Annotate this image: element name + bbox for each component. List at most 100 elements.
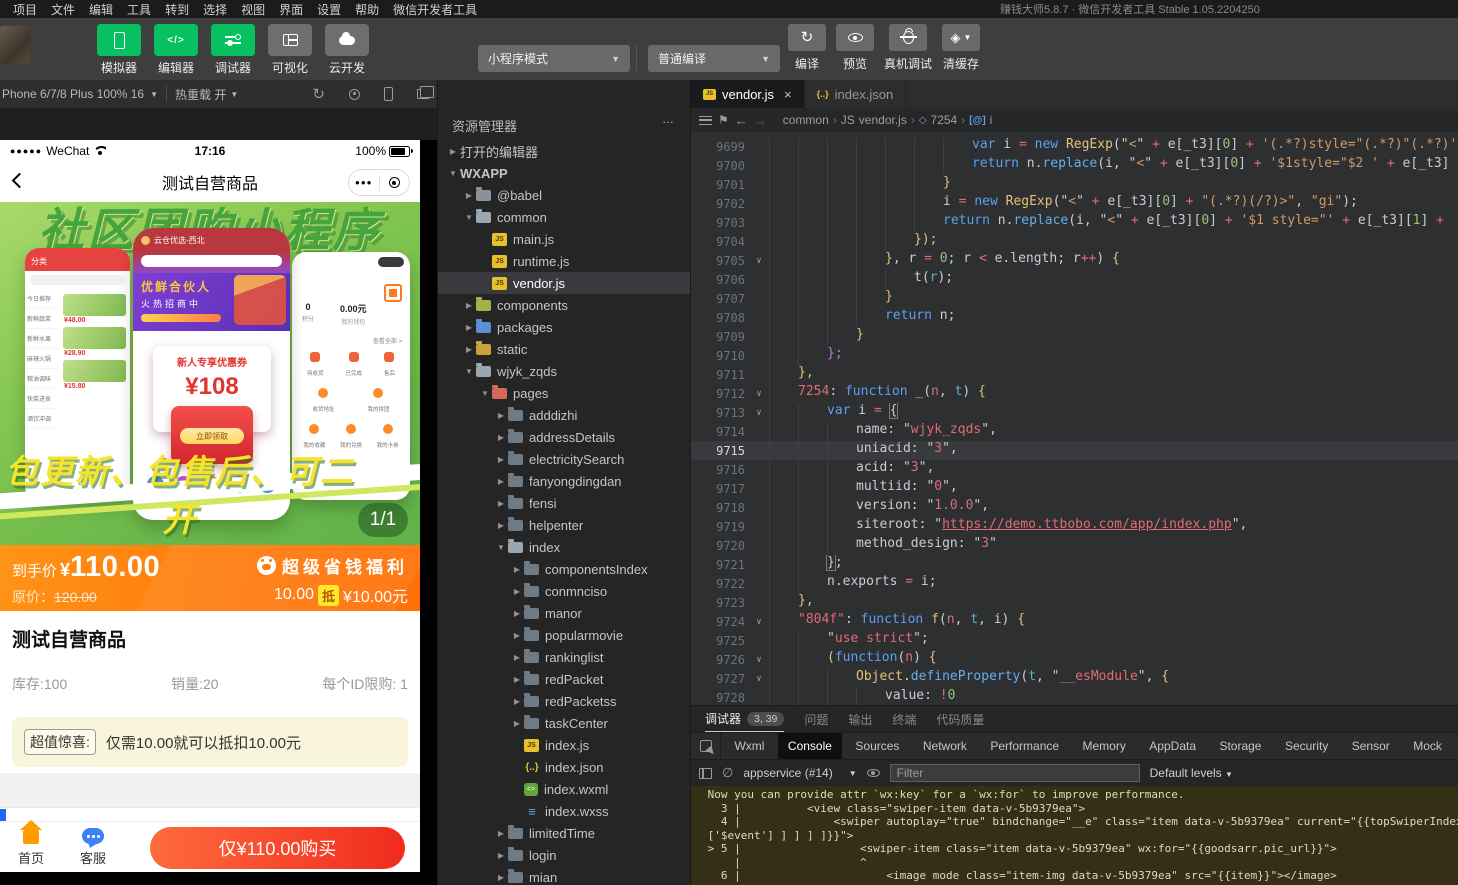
bookmark-icon[interactable]: ⚑ bbox=[718, 113, 729, 127]
menu-item-选择[interactable]: 选择 bbox=[196, 1, 234, 18]
action-清缓存[interactable]: ◈▼清缓存 bbox=[942, 24, 980, 72]
menu-item-微信开发者工具[interactable]: 微信开发者工具 bbox=[386, 1, 484, 18]
twisty-right-icon[interactable]: ▶ bbox=[446, 147, 460, 156]
panel-tab-问题[interactable]: 问题 bbox=[804, 706, 828, 732]
fold-icon[interactable]: ∨ bbox=[749, 674, 769, 684]
tree-item-main.js[interactable]: JSmain.js bbox=[438, 228, 690, 250]
twisty-down-icon[interactable]: ▼ bbox=[494, 543, 508, 552]
mode-select[interactable]: 小程序模式 ▼ bbox=[478, 45, 630, 72]
tree-item-conmnciso[interactable]: ▶conmnciso bbox=[438, 580, 690, 602]
twisty-right-icon[interactable]: ▶ bbox=[510, 631, 524, 640]
home-tab[interactable]: 首页 bbox=[0, 828, 62, 867]
tree-item-taskCenter[interactable]: ▶taskCenter bbox=[438, 712, 690, 734]
twisty-right-icon[interactable]: ▶ bbox=[494, 477, 508, 486]
twisty-right-icon[interactable]: ▶ bbox=[462, 345, 476, 354]
menu-item-项目[interactable]: 项目 bbox=[6, 1, 44, 18]
devtools-tab-Console[interactable]: Console bbox=[778, 733, 842, 759]
tree-item-redPacketss[interactable]: ▶redPacketss bbox=[438, 690, 690, 712]
twisty-down-icon[interactable]: ▼ bbox=[446, 169, 460, 178]
console-output[interactable]: Now you can provide attr `wx:key` for a … bbox=[691, 786, 1458, 885]
menu-item-编辑[interactable]: 编辑 bbox=[82, 1, 120, 18]
more-dots-icon[interactable]: ●●● bbox=[349, 178, 379, 187]
tree-item-vendor.js[interactable]: JSvendor.js bbox=[438, 272, 690, 294]
menu-item-帮助[interactable]: 帮助 bbox=[348, 1, 386, 18]
panel-tab-输出[interactable]: 输出 bbox=[848, 706, 872, 732]
back-arrow-icon[interactable]: ← bbox=[735, 113, 748, 128]
outline-icon[interactable] bbox=[699, 116, 712, 125]
twisty-right-icon[interactable]: ▶ bbox=[462, 323, 476, 332]
action-编译[interactable]: ↻编译 bbox=[788, 24, 826, 72]
devtools-tab-Sources[interactable]: Sources bbox=[845, 733, 909, 759]
twisty-right-icon[interactable]: ▶ bbox=[510, 719, 524, 728]
twisty-right-icon[interactable]: ▶ bbox=[494, 433, 508, 442]
user-avatar[interactable] bbox=[0, 26, 30, 64]
live-expression-icon[interactable] bbox=[867, 769, 880, 777]
forward-arrow-icon[interactable]: → bbox=[754, 113, 767, 128]
tree-item-electricitySearch[interactable]: ▶electricitySearch bbox=[438, 448, 690, 470]
menu-item-工具[interactable]: 工具 bbox=[120, 1, 158, 18]
coupon-box[interactable]: 超值惊喜: 仅需10.00就可以抵扣10.00元 bbox=[12, 717, 408, 767]
devtools-tab-Sensor[interactable]: Sensor bbox=[1342, 733, 1400, 759]
capsule-menu[interactable]: ●●● bbox=[348, 169, 410, 196]
toolbar-button-调试器[interactable]: 调试器 bbox=[209, 24, 257, 76]
menu-item-转到[interactable]: 转到 bbox=[158, 1, 196, 18]
tree-item-componentsIndex[interactable]: ▶componentsIndex bbox=[438, 558, 690, 580]
menu-item-设置[interactable]: 设置 bbox=[310, 1, 348, 18]
twisty-right-icon[interactable]: ▶ bbox=[510, 587, 524, 596]
tree-item-fensi[interactable]: ▶fensi bbox=[438, 492, 690, 514]
device-select[interactable]: Phone 6/7/8 Plus 100% 16 bbox=[0, 87, 150, 101]
tree-item-adddizhi[interactable]: ▶adddizhi bbox=[438, 404, 690, 426]
menu-item-界面[interactable]: 界面 bbox=[272, 1, 310, 18]
devtools-tab-Mock[interactable]: Mock bbox=[1403, 733, 1452, 759]
product-image[interactable]: 社区团购小程序 分类 今日推荐新鲜蔬菜新鲜水果麻辣火锅粮油调味快菜进食酒饮冲调 … bbox=[0, 202, 420, 545]
tree-item-pages[interactable]: ▼pages bbox=[438, 382, 690, 404]
breadcrumb-item-vendor.js[interactable]: vendor.js bbox=[859, 113, 907, 127]
close-tab-icon[interactable]: × bbox=[784, 87, 792, 102]
twisty-down-icon[interactable]: ▼ bbox=[478, 389, 492, 398]
tree-item-manor[interactable]: ▶manor bbox=[438, 602, 690, 624]
twisty-right-icon[interactable]: ▶ bbox=[510, 565, 524, 574]
tree-item-index[interactable]: ▼index bbox=[438, 536, 690, 558]
twisty-down-icon[interactable]: ▼ bbox=[462, 367, 476, 376]
panel-tab-调试器[interactable]: 调试器3, 39 bbox=[705, 706, 784, 732]
code-editor[interactable]: 9699var i = new RegExp("<" + e[_t3][0] +… bbox=[691, 132, 1458, 705]
tree-item-wjyk_zqds[interactable]: ▼wjyk_zqds bbox=[438, 360, 690, 382]
toolbar-button-编辑器[interactable]: </>编辑器 bbox=[152, 24, 200, 76]
log-levels-select[interactable]: Default levels ▼ bbox=[1150, 766, 1233, 780]
devtools-tab-AppData[interactable]: AppData bbox=[1139, 733, 1206, 759]
twisty-right-icon[interactable]: ▶ bbox=[494, 521, 508, 530]
console-filter-input[interactable] bbox=[890, 764, 1140, 782]
devtools-tab-Memory[interactable]: Memory bbox=[1073, 733, 1136, 759]
action-预览[interactable]: 预览 bbox=[836, 24, 874, 72]
tree-item-rankinglist[interactable]: ▶rankinglist bbox=[438, 646, 690, 668]
breadcrumb-item-common[interactable]: common bbox=[783, 113, 829, 127]
editor-tab-vendor.js[interactable]: JSvendor.js× bbox=[691, 80, 805, 108]
tree-item-limitedTime[interactable]: ▶limitedTime bbox=[438, 822, 690, 844]
tree-item-login[interactable]: ▶login bbox=[438, 844, 690, 866]
menu-item-视图[interactable]: 视图 bbox=[234, 1, 272, 18]
twisty-right-icon[interactable]: ▶ bbox=[462, 191, 476, 200]
action-真机调试[interactable]: 真机调试 bbox=[884, 24, 932, 72]
minimize-target-icon[interactable] bbox=[380, 177, 410, 188]
twisty-right-icon[interactable]: ▶ bbox=[494, 499, 508, 508]
tree-item-packages[interactable]: ▶packages bbox=[438, 316, 690, 338]
tree-item-@babel[interactable]: ▶@babel bbox=[438, 184, 690, 206]
tree-item-index.js[interactable]: JSindex.js bbox=[438, 734, 690, 756]
tree-item-index.wxml[interactable]: <>index.wxml bbox=[438, 778, 690, 800]
tree-item-common[interactable]: ▼common bbox=[438, 206, 690, 228]
devtools-tab-Network[interactable]: Network bbox=[913, 733, 977, 759]
buy-button[interactable]: 仅¥110.00购买 bbox=[150, 827, 405, 869]
twisty-right-icon[interactable]: ▶ bbox=[510, 653, 524, 662]
tree-item-helpenter[interactable]: ▶helpenter bbox=[438, 514, 690, 536]
twisty-right-icon[interactable]: ▶ bbox=[494, 411, 508, 420]
fold-icon[interactable]: ∨ bbox=[749, 389, 769, 399]
device-frame-icon[interactable] bbox=[384, 87, 393, 101]
clear-console-icon[interactable]: ∅ bbox=[722, 765, 733, 781]
tree-item-打开的编辑器[interactable]: ▶打开的编辑器 bbox=[438, 140, 690, 162]
fold-icon[interactable]: ∨ bbox=[749, 408, 769, 418]
tree-item-static[interactable]: ▶static bbox=[438, 338, 690, 360]
tree-item-components[interactable]: ▶components bbox=[438, 294, 690, 316]
tree-item-index.wxss[interactable]: ≡index.wxss bbox=[438, 800, 690, 822]
fold-icon[interactable]: ∨ bbox=[749, 655, 769, 665]
back-icon[interactable] bbox=[12, 173, 28, 189]
